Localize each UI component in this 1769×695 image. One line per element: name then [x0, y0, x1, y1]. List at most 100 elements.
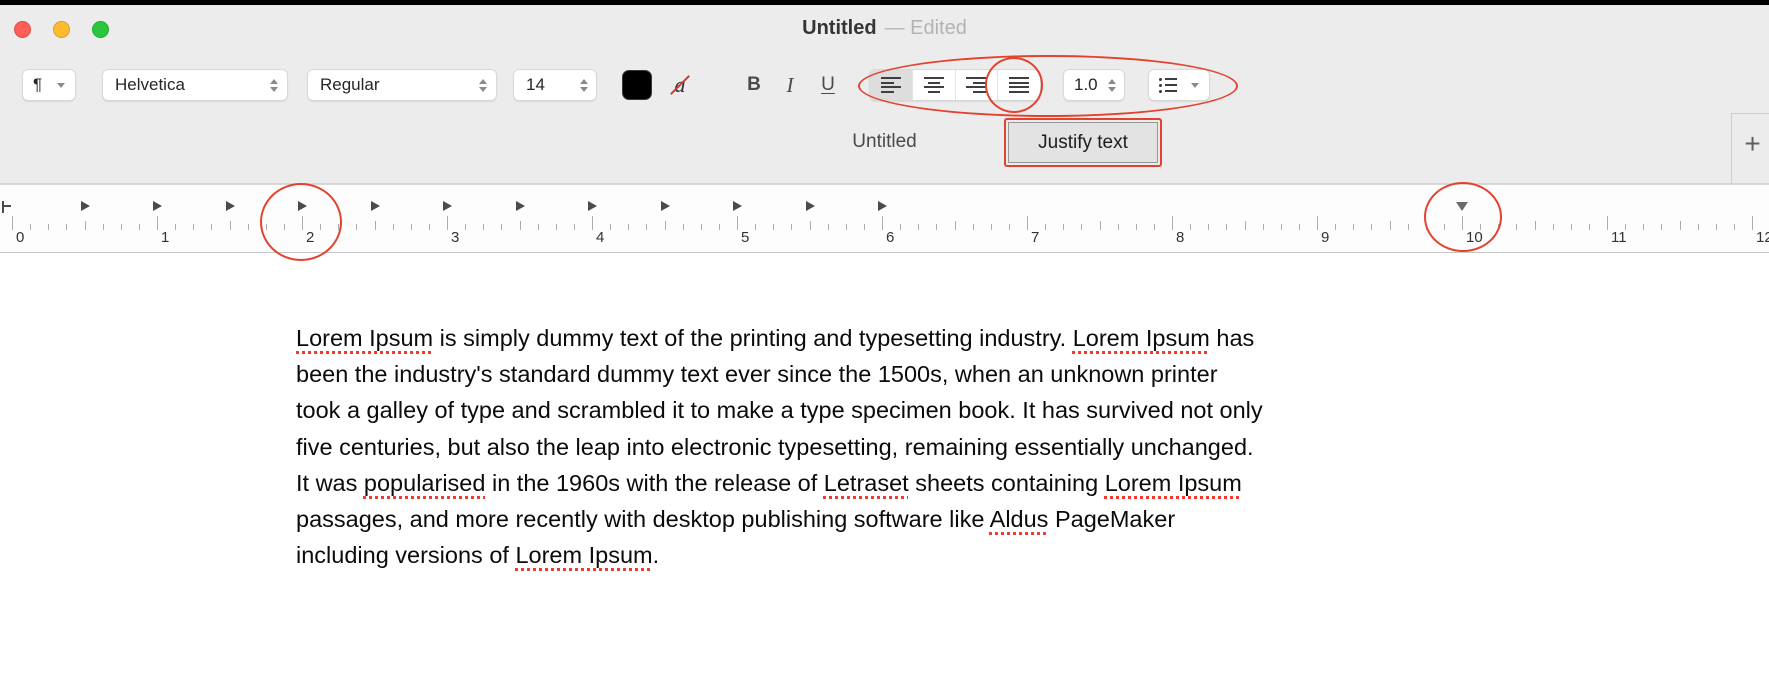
bold-button[interactable]: B — [739, 69, 769, 101]
ruler-tick — [519, 221, 521, 230]
misspelled-word: Letraset — [823, 469, 909, 496]
clear-text-color-button[interactable]: a — [664, 69, 696, 101]
pilcrow-icon: ¶ — [33, 75, 43, 94]
right-margin-marker[interactable] — [1456, 202, 1468, 211]
text-segment: It was — [296, 469, 364, 496]
align-right-button[interactable] — [954, 70, 998, 100]
text-line[interactable]: passages, and more recently with desktop… — [296, 501, 1263, 537]
ruler-tick — [1099, 221, 1101, 230]
justify-tooltip: Justify text — [1008, 122, 1158, 163]
ruler-number: 3 — [451, 229, 460, 246]
text-line[interactable]: including versions of Lorem Ipsum. — [296, 537, 1263, 573]
align-center-button[interactable] — [911, 70, 955, 100]
ruler-tick — [102, 224, 104, 230]
font-style-select[interactable]: Regular — [307, 69, 497, 101]
text-line[interactable]: It was popularised in the 1960s with the… — [296, 465, 1263, 501]
tab-stop-marker[interactable] — [515, 201, 525, 211]
ruler-tick — [12, 216, 13, 230]
justify-button[interactable] — [997, 70, 1040, 100]
ruler-number: 6 — [886, 229, 895, 246]
ruler-number: 7 — [1031, 229, 1040, 246]
ruler-tick — [138, 224, 140, 230]
ruler-tick — [918, 224, 920, 230]
text-line[interactable]: took a galley of type and scrambled it t… — [296, 392, 1263, 428]
ruler-tick — [773, 224, 775, 230]
tab-untitled[interactable]: Untitled — [0, 131, 1769, 153]
ruler[interactable]: 0 1 2 3 4 5 6 7 8 9 10 11 12 — [0, 184, 1769, 253]
edited-indicator: — Edited — [884, 17, 967, 39]
tab-stop-marker[interactable] — [878, 201, 887, 211]
font-size-select[interactable]: 14 — [513, 69, 597, 101]
ruler-tick — [410, 224, 412, 230]
tabbar-divider — [1731, 113, 1732, 184]
misspelled-word: Lorem Ipsum — [1072, 325, 1210, 351]
tab-stop-marker[interactable] — [370, 201, 380, 211]
list-style-button[interactable] — [1148, 69, 1210, 101]
tab-stop-marker[interactable] — [805, 201, 815, 211]
line-spacing-value: 1.0 — [1074, 75, 1098, 94]
ruler-tick — [30, 224, 32, 230]
ruler-tick — [1715, 224, 1717, 230]
ruler-tick — [283, 224, 285, 230]
ruler-tick — [465, 224, 467, 230]
ruler-tick — [1516, 224, 1518, 230]
text-line[interactable]: Lorem Ipsum is simply dummy text of the … — [296, 320, 1263, 356]
font-style-value: Regular — [320, 75, 380, 94]
ruler-tick — [1262, 224, 1264, 230]
ruler-tick — [882, 216, 883, 230]
ruler-tick — [66, 224, 68, 230]
misspelled-word: popularised — [363, 469, 486, 496]
text-line[interactable]: been the industry's standard dummy text … — [296, 356, 1263, 392]
new-tab-button[interactable]: + — [1736, 124, 1769, 164]
chevron-down-icon — [1191, 82, 1199, 88]
italic-button[interactable]: I — [777, 69, 803, 101]
ruler-tick — [302, 216, 303, 230]
tab-stop-marker[interactable] — [588, 201, 597, 211]
ruler-tick — [646, 224, 648, 230]
ruler-tick — [1443, 224, 1445, 230]
text-segment: has — [1209, 325, 1255, 351]
ruler-tick — [1679, 221, 1681, 230]
ruler-tick — [1317, 216, 1318, 230]
paragraph-styles-button[interactable]: ¶ — [22, 69, 76, 101]
tab-stop-marker[interactable] — [443, 201, 452, 211]
ruler-tick — [1008, 224, 1010, 230]
text-line[interactable]: five centuries, but also the leap into e… — [296, 429, 1263, 465]
underline-button[interactable]: U — [813, 69, 843, 101]
titlebar-title: Untitled — Edited — [0, 17, 1769, 40]
left-margin-marker[interactable] — [2, 201, 11, 213]
ruler-tick — [1389, 221, 1391, 230]
chevron-down-icon — [57, 82, 65, 88]
tabbar-divider-top — [1731, 113, 1769, 114]
textedit-window: Untitled — Edited ¶ Helvetica Regular 14 … — [0, 0, 1769, 695]
ruler-tick — [791, 224, 793, 230]
ruler-tick — [755, 224, 757, 230]
text-color-well[interactable] — [622, 70, 652, 100]
ruler-tick — [537, 224, 539, 230]
ruler-tick — [827, 224, 829, 230]
ruler-tick — [1027, 216, 1028, 230]
misspelled-word: Lorem Ipsum — [515, 542, 653, 569]
text-segment: took a galley of type and scrambled it t… — [296, 397, 1263, 424]
ruler-tick — [1425, 224, 1427, 230]
tab-stop-marker[interactable] — [225, 201, 235, 211]
ruler-number: 11 — [1611, 229, 1627, 246]
font-family-select[interactable]: Helvetica — [102, 69, 288, 101]
ruler-tick — [356, 224, 358, 230]
tab-stop-marker[interactable] — [298, 201, 307, 211]
ruler-tick — [1353, 224, 1355, 230]
tab-stop-marker[interactable] — [660, 201, 670, 211]
tab-stop-marker[interactable] — [733, 201, 742, 211]
text-segment: been the industry's standard dummy text … — [296, 361, 1218, 388]
tab-stop-marker[interactable] — [153, 201, 162, 211]
ruler-tick — [555, 224, 557, 230]
ruler-tick — [374, 221, 376, 230]
tab-stop-marker[interactable] — [80, 201, 90, 211]
ruler-number: 4 — [596, 229, 605, 246]
ruler-tick — [1298, 224, 1300, 230]
ruler-tick — [1697, 224, 1699, 230]
ruler-number: 5 — [741, 229, 750, 246]
line-spacing-select[interactable]: 1.0 — [1063, 69, 1125, 101]
align-left-button[interactable] — [870, 70, 912, 100]
align-right-icon — [966, 77, 987, 93]
